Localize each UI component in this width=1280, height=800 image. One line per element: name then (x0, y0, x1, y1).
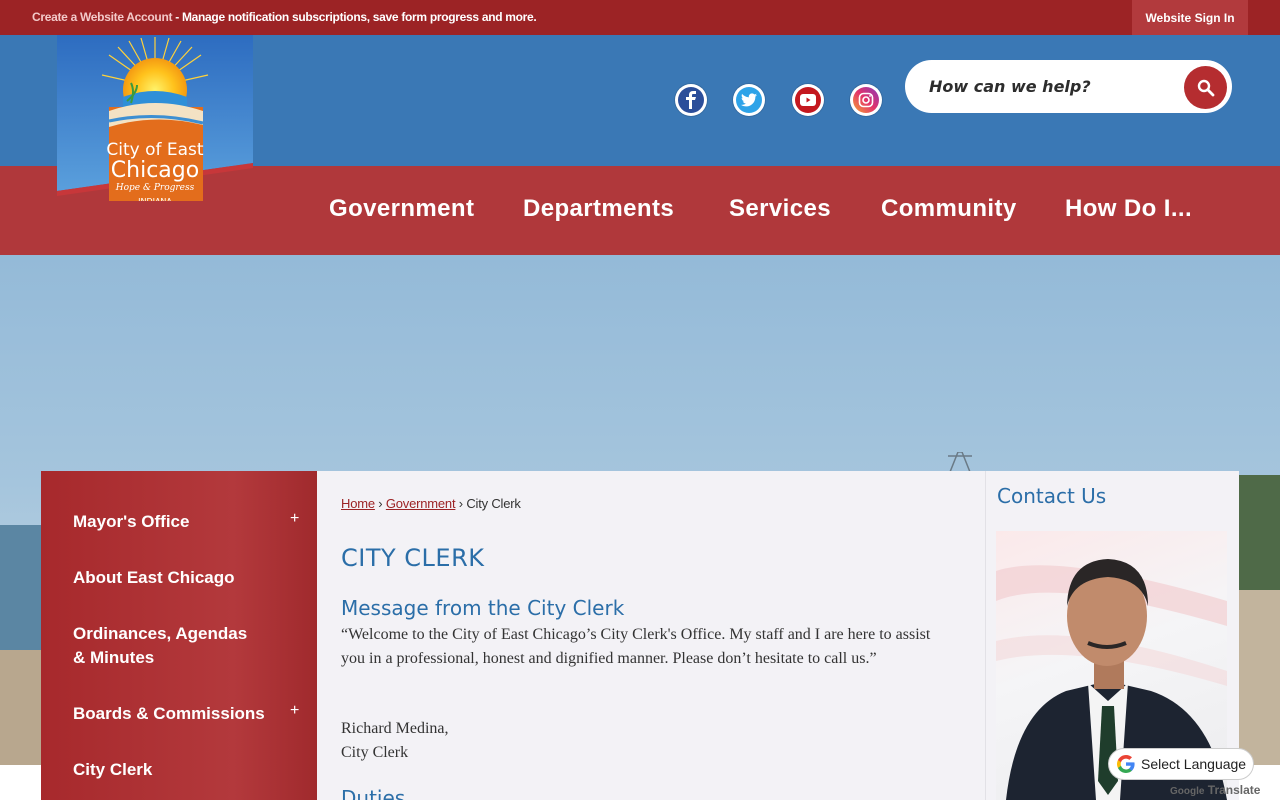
sidebar-item-ordinances-line1: Ordinances, Agendas (73, 624, 248, 643)
breadcrumb-home[interactable]: Home (341, 496, 375, 511)
instagram-icon (858, 92, 874, 108)
search-bar (905, 60, 1232, 113)
breadcrumb-current: City Clerk (466, 496, 521, 511)
signature-name: Richard Medina, (341, 720, 449, 737)
expand-boards-commissions-button[interactable]: + (290, 702, 299, 720)
breadcrumb: Home › Government › City Clerk (341, 496, 521, 511)
signature-title: City Clerk (341, 744, 409, 761)
breadcrumb-government[interactable]: Government (386, 496, 456, 511)
sidebar-item-boards-commissions[interactable]: Boards & Commissions (73, 702, 265, 726)
sidebar-item-mayors-office[interactable]: Mayor's Office (73, 510, 189, 534)
duties-heading: Duties (341, 786, 406, 800)
breadcrumb-separator: › (455, 496, 467, 511)
create-account-link[interactable]: Create a Website Account (32, 10, 172, 24)
twitter-icon (741, 93, 757, 107)
hero-shore-right (1238, 590, 1280, 765)
notification-bar: Create a Website Account - Manage notifi… (0, 0, 1280, 35)
contact-us-heading[interactable]: Contact Us (997, 484, 1106, 508)
create-account-description: - Manage notification subscriptions, sav… (172, 10, 537, 24)
nav-services[interactable]: Services (729, 195, 831, 223)
expand-mayors-office-button[interactable]: + (290, 510, 299, 528)
google-wordmark: Google (1170, 786, 1205, 797)
search-icon (1197, 79, 1214, 96)
create-account-message: Create a Website Account - Manage notifi… (32, 10, 537, 24)
youtube-link[interactable] (792, 84, 824, 116)
page-title: CITY CLERK (341, 544, 485, 572)
powered-by-google-translate: Google Translate (1170, 783, 1260, 797)
nav-government[interactable]: Government (329, 195, 474, 223)
nav-how-do-i[interactable]: How Do I... (1065, 195, 1192, 223)
sidebar-item-city-clerk[interactable]: City Clerk (73, 758, 152, 782)
hero-trees (1238, 475, 1280, 595)
message-heading: Message from the City Clerk (341, 596, 625, 620)
youtube-icon (800, 94, 816, 106)
sidebar-item-ordinances[interactable]: Ordinances, Agendas & Minutes (73, 622, 247, 670)
nav-community[interactable]: Community (881, 195, 1017, 223)
sidebar-item-about-east-chicago[interactable]: About East Chicago (73, 566, 235, 590)
search-input[interactable] (929, 70, 1169, 103)
nav-departments[interactable]: Departments (523, 195, 674, 223)
translate-wordmark: Translate (1204, 783, 1261, 797)
google-g-icon (1117, 755, 1135, 773)
website-sign-in-button[interactable]: Website Sign In (1132, 0, 1248, 35)
instagram-link[interactable] (850, 84, 882, 116)
select-language-dropdown[interactable]: Select Language (1108, 748, 1254, 780)
twitter-link[interactable] (733, 84, 765, 116)
sidebar-item-ordinances-line2: & Minutes (73, 648, 155, 667)
logo-tagline: Hope & Progress (115, 183, 195, 193)
logo-line2: Chicago (111, 158, 199, 183)
clerk-message: “Welcome to the City of East Chicago’s C… (341, 626, 931, 667)
breadcrumb-separator: › (374, 496, 386, 511)
logo-line1: City of East (106, 140, 204, 160)
city-logo[interactable]: City of East Chicago Hope & Progress IND… (57, 35, 253, 201)
facebook-icon (686, 91, 696, 109)
logo-state: INDIANA (138, 197, 172, 201)
facebook-link[interactable] (675, 84, 707, 116)
search-button[interactable] (1184, 66, 1227, 109)
clerk-signature: Richard Medina, City Clerk (341, 717, 449, 765)
transmission-tower-icon (948, 452, 972, 472)
select-language-label: Select Language (1141, 756, 1247, 772)
